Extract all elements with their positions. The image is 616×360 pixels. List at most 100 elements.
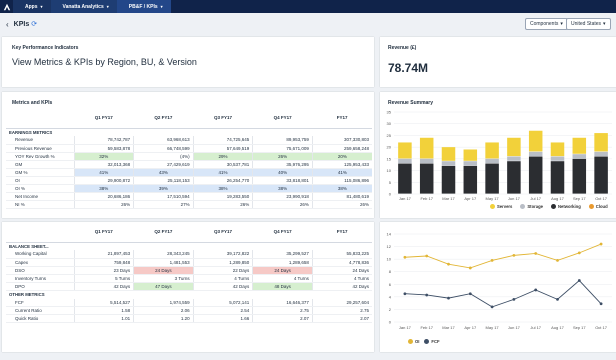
table-cell: 38% [73,184,134,194]
x-tick-label: May 17 [486,196,500,201]
table-cell: 55,833,225 [311,250,372,259]
table-row: Inventory Turns 5 Turns 3 Turns 4 Turns 4 Tu… [6,274,372,283]
table-cell: 29,900,872 [73,176,134,186]
table-cell: 35,976,295 [252,160,313,169]
column-header[interactable]: Q2 FY17 [133,108,194,129]
x-tick-label: Jun 17 [508,325,521,330]
kpi-card: Key Performance Indicators View Metrics … [2,37,374,87]
table-cell: 1,289,850 [192,258,253,267]
table-cell: 2.75 [252,306,313,316]
data-point [425,293,429,297]
page-title: KPIs [13,20,30,28]
legend-swatch [588,204,594,209]
x-tick-label: Jan 17 [399,325,412,330]
bar-segment [441,147,456,161]
table-cell: 38% [192,184,253,194]
refresh-icon[interactable]: ⟳ [31,20,37,28]
bar-segment [572,137,587,154]
revenue-summary-chart: 0 5 10 15 20 25 30 35 Jan 17 Feb 17 Mar 17 Apr 17 Ma… [387,110,612,201]
back-arrow-icon[interactable]: ‹ [6,20,9,29]
row-label: Capex [6,258,74,267]
table-row: Capex 759,848 1,481,553 1,289,850 1,289,658 4… [6,258,372,267]
column-header[interactable]: Q3 FY17 [193,108,253,129]
legend-item[interactable]: Networking [550,204,581,209]
table-row: Quick Ratio 1.01 1.20 1.66 2.07 2.07 [6,314,372,324]
table-cell: 4 Turns [252,274,313,283]
balance-card: Q1 FY17 Q2 FY17 Q3 FY17 Q4 FY17 FY17 BAL… [2,222,374,352]
bar-segment [528,156,543,194]
bar-segment [594,133,608,152]
column-header[interactable]: Q3 FY17 [193,222,253,243]
legend-item[interactable]: Cloud [588,204,608,209]
table-cell: 63,968,613 [133,136,194,145]
table-cell: 28,343,245 [133,250,194,259]
column-header[interactable]: FY17 [312,108,372,129]
legend-label: OI [415,339,420,344]
table-cell: 29% [192,152,253,161]
column-header[interactable]: Q1 FY17 [74,222,134,243]
data-point [577,279,581,282]
breadcrumb-pbf-kpis[interactable]: PB&F / KPIs ▾ [116,0,171,13]
legend-label: Networking [557,204,581,209]
table-cell: 66,748,599 [133,144,194,153]
data-point [403,255,407,259]
table-row: GM % 41% 43% 41% 40% 41% [6,168,372,178]
table-cell: (4%) [133,152,194,161]
breadcrumb-apps[interactable]: Apps ▾ [13,0,51,13]
column-header[interactable]: Q1 FY17 [74,108,134,129]
table-cell: 27,429,619 [133,160,194,169]
region-dropdown[interactable]: United States ▾ [566,18,611,30]
table-cell: 1.58 [73,306,134,316]
app-logo-icon[interactable] [0,0,13,13]
data-point [556,259,559,262]
data-point [556,297,559,301]
column-header[interactable]: Q2 FY17 [133,222,194,243]
legend-item[interactable]: Servers [490,204,512,209]
legend-label: Cloud [595,204,608,209]
table-cell: 17,510,594 [133,192,194,202]
chevron-down-icon: ▾ [106,4,109,9]
x-tick-label: Jul 17 [530,196,541,201]
bar-segment [419,137,434,159]
row-label: GM % [6,168,74,178]
bar-segment [528,130,543,152]
y-tick-label: 2 [389,307,392,312]
breadcrumb-vanatta-analytics[interactable]: Vanatta Analytics ▾ [50,0,117,13]
table-row: Previous Revenue 59,583,878 66,748,599 57,6… [6,144,372,153]
kpi-card-subtitle: View Metrics & KPIs by Region, BU, & Ver… [12,57,197,67]
legend-item[interactable]: FCF [424,339,440,344]
breadcrumb-label: Vanatta Analytics [62,3,104,10]
table-row: DSO 23 Days 24 Days 22 Days 24 Days 24 Days [6,266,372,275]
table-cell: 39,172,822 [192,250,253,259]
y-tick-label: 25 [387,133,392,138]
column-header[interactable]: Q4 FY17 [252,222,313,243]
x-tick-label: Oct 17 [595,325,608,330]
row-label: Revenue [6,136,74,145]
table-cell: 75,671,009 [252,144,313,153]
components-dropdown[interactable]: Components ▾ [525,18,568,30]
table-cell: 23 Days [73,266,134,275]
table-cell: 78,742,787 [73,136,134,145]
legend-swatch [408,339,413,344]
bar-segment [528,151,543,157]
table-cell: 26% [73,200,134,210]
legend-item[interactable]: Storage [520,204,543,209]
y-tick-label: 15 [387,156,392,161]
metrics-table-wrapper: Q1 FY17 Q2 FY17 Q3 FY17 Q4 FY17 FY17 EAR… [6,108,372,210]
bar-segment [419,163,434,194]
legend-item[interactable]: OI [408,339,419,344]
table-row: FCF 5,514,527 1,974,559 5,072,141 16,646,377… [6,298,372,308]
table-cell: 307,330,803 [311,136,372,145]
table-cell: 32,013,368 [73,160,134,169]
x-tick-label: Aug 17 [551,325,564,330]
data-point [534,252,538,255]
y-tick-label: 8 [389,269,392,274]
table-cell: 19,283,550 [192,192,253,202]
metrics-header-row: Q1 FY17 Q2 FY17 Q3 FY17 Q4 FY17 FY17 [6,108,372,129]
bar-segment [398,158,412,164]
column-header[interactable]: FY17 [312,222,372,243]
x-tick-label: Oct 17 [595,196,608,201]
table-cell: 125,953,433 [311,160,372,169]
balance-header-row: Q1 FY17 Q2 FY17 Q3 FY17 Q4 FY17 FY17 [6,222,372,243]
column-header[interactable]: Q4 FY17 [252,108,313,129]
